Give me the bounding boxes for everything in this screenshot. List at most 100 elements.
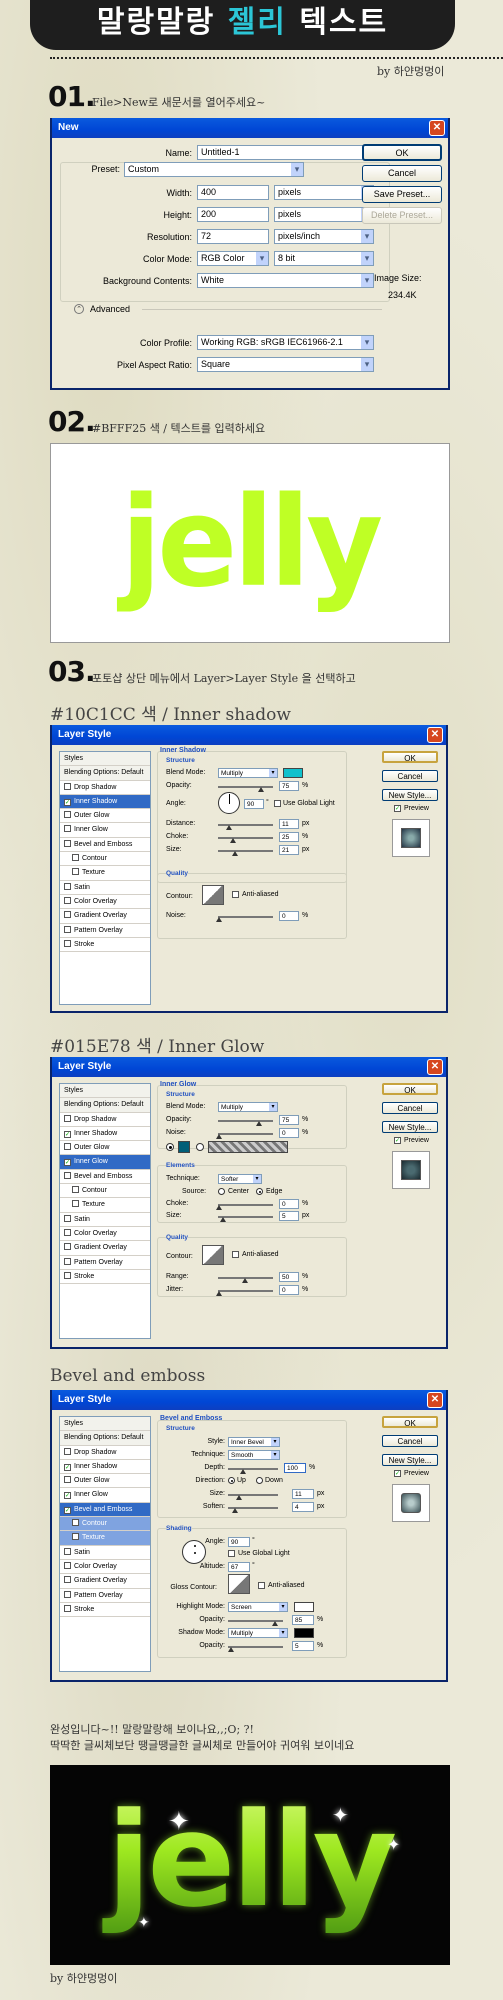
style-list-item[interactable]: Outer Glow [60,1474,150,1489]
highlight-opacity-knob[interactable] [272,1621,278,1626]
angle-dial[interactable] [218,792,240,814]
chevron-up-icon[interactable]: ⌃ [74,304,84,314]
global-light-checkbox[interactable] [228,1550,235,1557]
depth-slider-knob[interactable] [240,1469,246,1474]
style-list-item[interactable]: Satin [60,881,150,895]
noise-slider-knob[interactable] [216,917,222,922]
opacity-slider[interactable] [218,786,273,788]
style-list-item[interactable]: ✓ Inner Glow [60,1488,150,1503]
cancel-button[interactable]: Cancel [382,1435,438,1447]
style-list-item[interactable]: Color Overlay [60,895,150,910]
size-input[interactable]: 5 [279,1211,299,1221]
style-checkbox[interactable] [64,896,71,904]
angle-input[interactable]: 90 [244,799,264,809]
style-list-item[interactable]: Drop Shadow [60,1113,150,1127]
style-checkbox[interactable] [72,1200,79,1208]
style-checkbox[interactable] [64,1476,71,1484]
save-preset-button[interactable]: Save Preset... [362,186,442,203]
highlight-opacity-input[interactable]: 85 [292,1615,314,1625]
style-list-item[interactable]: Stroke [60,1270,150,1285]
blend-dropdown[interactable]: Multiply [218,1102,278,1112]
gloss-contour-preview[interactable] [228,1574,250,1594]
style-list-item[interactable]: Styles [60,1417,150,1432]
style-checkbox[interactable] [64,1228,71,1236]
distance-slider-knob[interactable] [226,825,232,830]
choke-input[interactable]: 25 [279,832,299,842]
opacity-slider-knob[interactable] [258,787,264,792]
angle-dial[interactable] [182,1540,206,1564]
style-list-item[interactable]: Texture [60,1531,150,1546]
cancel-button[interactable]: Cancel [362,165,442,182]
style-checkbox[interactable] [64,825,71,833]
style-checkbox[interactable] [64,1447,71,1455]
style-list-item[interactable]: Drop Shadow [60,781,150,795]
style-list-item[interactable]: Styles [60,1084,150,1099]
contour-preview[interactable] [202,885,224,905]
contour-preview[interactable] [202,1245,224,1265]
height-unit-dropdown[interactable]: pixels [274,207,374,222]
style-checkbox[interactable] [64,1561,71,1569]
style-checkbox[interactable] [64,1171,71,1179]
choke-slider[interactable] [218,1204,273,1206]
range-input[interactable]: 50 [279,1272,299,1282]
aspect-dropdown[interactable]: Square [197,357,374,372]
style-checkbox[interactable] [64,1243,71,1251]
down-radio[interactable] [256,1477,263,1484]
depth-slider[interactable] [228,1468,278,1470]
jitter-slider[interactable] [218,1290,273,1292]
style-checkbox[interactable] [64,782,71,790]
new-style-button[interactable]: New Style... [382,1121,438,1133]
size-input[interactable]: 21 [279,845,299,855]
style-list-item[interactable]: Inner Glow [60,823,150,838]
style-checkbox[interactable] [64,1271,71,1279]
shadow-opacity-input[interactable]: 5 [292,1641,314,1651]
choke-slider[interactable] [218,837,273,839]
style-checkbox[interactable] [64,839,71,847]
noise-slider-knob[interactable] [216,1134,222,1139]
style-checkbox[interactable] [64,1576,71,1584]
style-checkbox[interactable]: ✓ [64,1506,71,1514]
new-style-button[interactable]: New Style... [382,789,438,801]
style-list-item[interactable]: Blending Options: Default [60,1431,150,1446]
style-checkbox[interactable] [64,1547,71,1555]
style-checkbox[interactable] [72,1519,79,1527]
style-checkbox[interactable] [64,1590,71,1598]
style-list-item[interactable]: Stroke [60,1603,150,1618]
delete-preset-button[interactable]: Delete Preset... [362,207,442,224]
choke-input[interactable]: 0 [279,1199,299,1209]
jitter-input[interactable]: 0 [279,1285,299,1295]
style-list-item[interactable]: Color Overlay [60,1227,150,1242]
style-list-item[interactable]: Contour [60,1517,150,1532]
style-list-item[interactable]: Contour [60,1184,150,1199]
style-checkbox[interactable] [64,882,71,890]
style-checkbox[interactable] [64,925,71,933]
opacity-slider-knob[interactable] [256,1121,262,1126]
blend-dropdown[interactable]: Multiply [218,768,278,778]
color-radio[interactable] [166,1143,174,1151]
altitude-input[interactable]: 67 [228,1562,250,1572]
choke-slider-knob[interactable] [216,1205,222,1210]
close-icon[interactable]: ✕ [427,1392,443,1408]
noise-input[interactable]: 0 [279,1128,299,1138]
ok-button[interactable]: OK [362,144,442,161]
global-light-checkbox[interactable] [274,800,281,807]
center-radio[interactable] [218,1188,225,1195]
highlight-color-swatch[interactable] [294,1602,314,1612]
style-list-item[interactable]: Blending Options: Default [60,1098,150,1113]
style-checkbox[interactable] [72,854,79,862]
style-list-item[interactable]: Pattern Overlay [60,1256,150,1270]
edge-radio[interactable] [256,1188,263,1195]
style-list-item[interactable]: Color Overlay [60,1560,150,1575]
style-list-item[interactable]: Stroke [60,938,150,953]
noise-input[interactable]: 0 [279,911,299,921]
opacity-input[interactable]: 75 [279,781,299,791]
style-list-item[interactable]: Bevel and Emboss [60,838,150,853]
ok-button[interactable]: OK [382,1083,438,1095]
style-list-item[interactable]: Bevel and Emboss [60,1170,150,1185]
up-radio[interactable] [228,1477,235,1484]
style-checkbox[interactable]: ✓ [64,798,71,806]
color-swatch[interactable] [283,768,303,778]
angle-input[interactable]: 90 [228,1537,250,1547]
opacity-slider[interactable] [218,1120,273,1122]
resolution-input[interactable]: 72 [197,229,269,244]
